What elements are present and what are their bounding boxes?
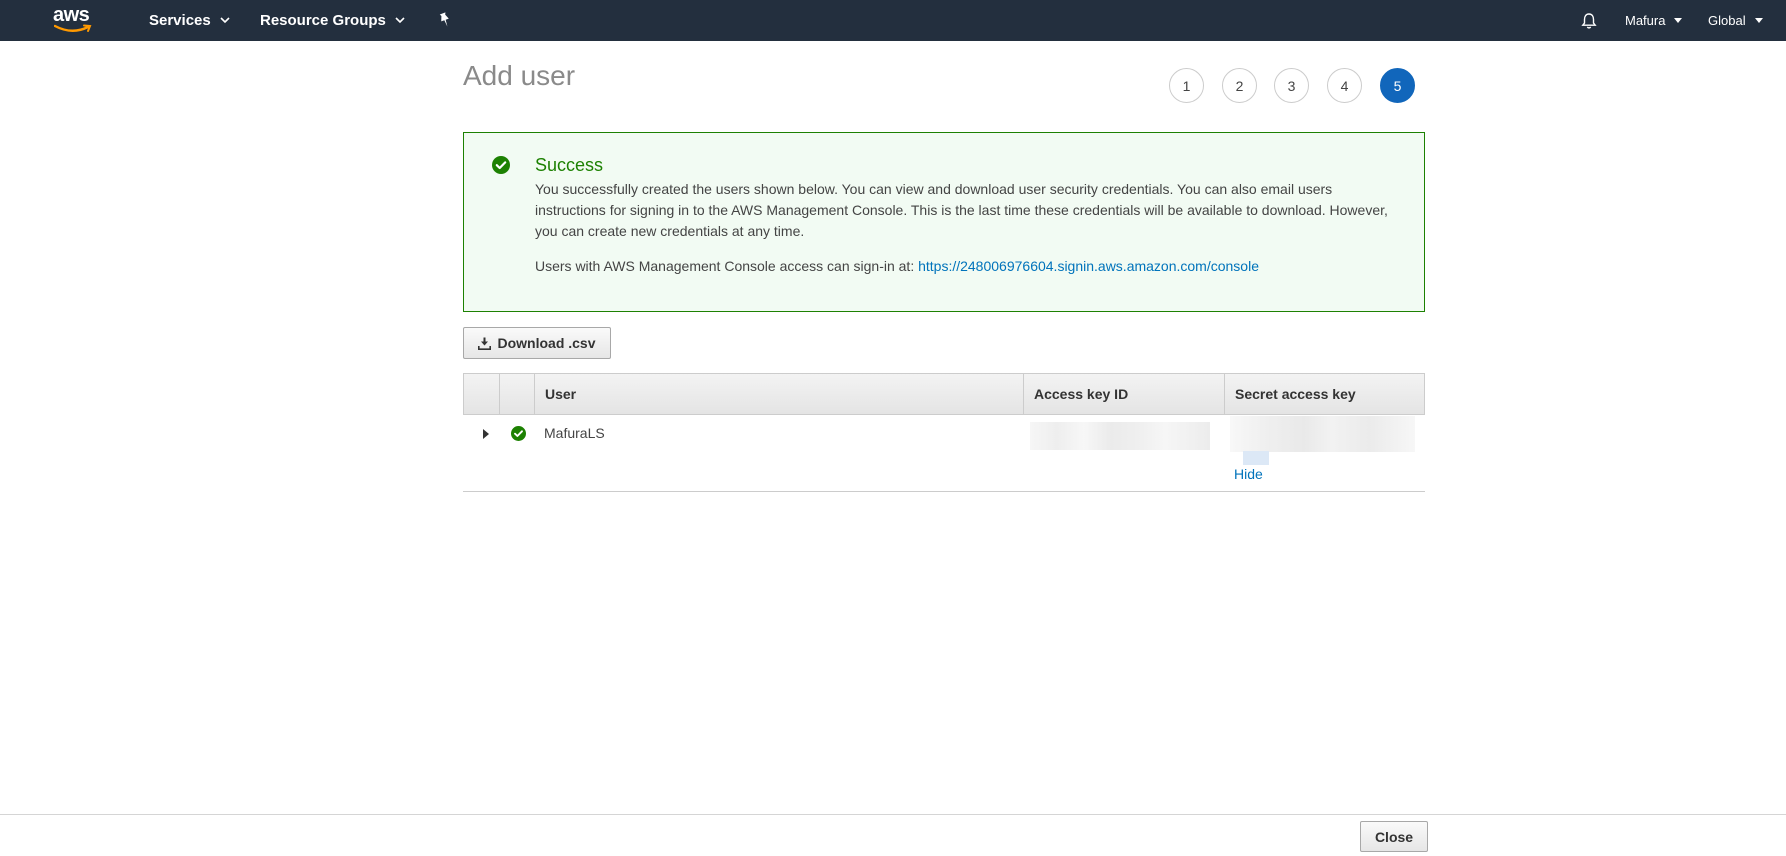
region-name: Global bbox=[1708, 13, 1746, 28]
resource-groups-menu[interactable]: Resource Groups bbox=[260, 0, 405, 41]
wizard-step-5-active: 5 bbox=[1380, 68, 1415, 103]
account-menu[interactable]: Mafura bbox=[1625, 0, 1683, 41]
column-header-user[interactable]: User bbox=[534, 374, 1023, 414]
signin-info: Users with AWS Management Console access… bbox=[535, 258, 1259, 274]
success-title: Success bbox=[535, 155, 604, 175]
users-table: User Access key ID Secret access key Maf… bbox=[463, 373, 1425, 492]
wizard-step-3[interactable]: 3 bbox=[1274, 68, 1309, 103]
services-menu[interactable]: Services bbox=[149, 0, 230, 41]
chevron-down-icon bbox=[220, 17, 230, 24]
services-label: Services bbox=[149, 12, 211, 29]
caret-down-icon bbox=[1674, 18, 1683, 23]
secret-key-selection-highlight bbox=[1243, 451, 1269, 465]
column-header-secret-access-key[interactable]: Secret access key bbox=[1224, 374, 1424, 414]
console-signin-link[interactable]: https://248006976604.signin.aws.amazon.c… bbox=[918, 258, 1259, 274]
wizard-step-2[interactable]: 2 bbox=[1222, 68, 1257, 103]
pin-icon[interactable] bbox=[437, 12, 453, 28]
table-header: User Access key ID Secret access key bbox=[463, 373, 1425, 415]
expand-column-header bbox=[464, 374, 499, 414]
footer-divider bbox=[0, 814, 1786, 815]
download-icon bbox=[478, 337, 492, 350]
success-message: You successfully created the users shown… bbox=[535, 181, 1388, 239]
check-circle-icon bbox=[492, 156, 510, 174]
account-name: Mafura bbox=[1625, 13, 1666, 28]
access-key-id-redacted bbox=[1030, 422, 1210, 450]
download-csv-label: Download .csv bbox=[497, 335, 596, 351]
table-row: MafuraLS Hide bbox=[463, 415, 1425, 492]
expand-row-icon[interactable] bbox=[481, 428, 491, 440]
top-navigation-bar: aws Services Resource Groups Mafura Glob… bbox=[0, 0, 1786, 41]
secret-access-key-redacted bbox=[1230, 416, 1415, 452]
page-title: Add user bbox=[463, 60, 576, 91]
check-circle-icon bbox=[511, 426, 526, 441]
success-alert: Success You successfully created the use… bbox=[463, 132, 1425, 312]
status-column-header bbox=[499, 374, 534, 414]
bell-icon[interactable] bbox=[1580, 12, 1598, 30]
user-name-cell: MafuraLS bbox=[544, 425, 605, 441]
aws-smile-icon bbox=[54, 24, 92, 32]
aws-logo[interactable]: aws bbox=[52, 4, 96, 36]
resource-groups-label: Resource Groups bbox=[260, 12, 386, 29]
chevron-down-icon bbox=[395, 17, 405, 24]
close-button[interactable]: Close bbox=[1360, 821, 1428, 852]
wizard-step-1[interactable]: 1 bbox=[1169, 68, 1204, 103]
hide-secret-link[interactable]: Hide bbox=[1234, 466, 1263, 482]
download-csv-button[interactable]: Download .csv bbox=[463, 327, 611, 359]
region-menu[interactable]: Global bbox=[1708, 0, 1763, 41]
wizard-step-4[interactable]: 4 bbox=[1327, 68, 1362, 103]
signin-prefix: Users with AWS Management Console access… bbox=[535, 258, 919, 274]
caret-down-icon bbox=[1754, 18, 1763, 23]
column-header-access-key-id[interactable]: Access key ID bbox=[1023, 374, 1224, 414]
